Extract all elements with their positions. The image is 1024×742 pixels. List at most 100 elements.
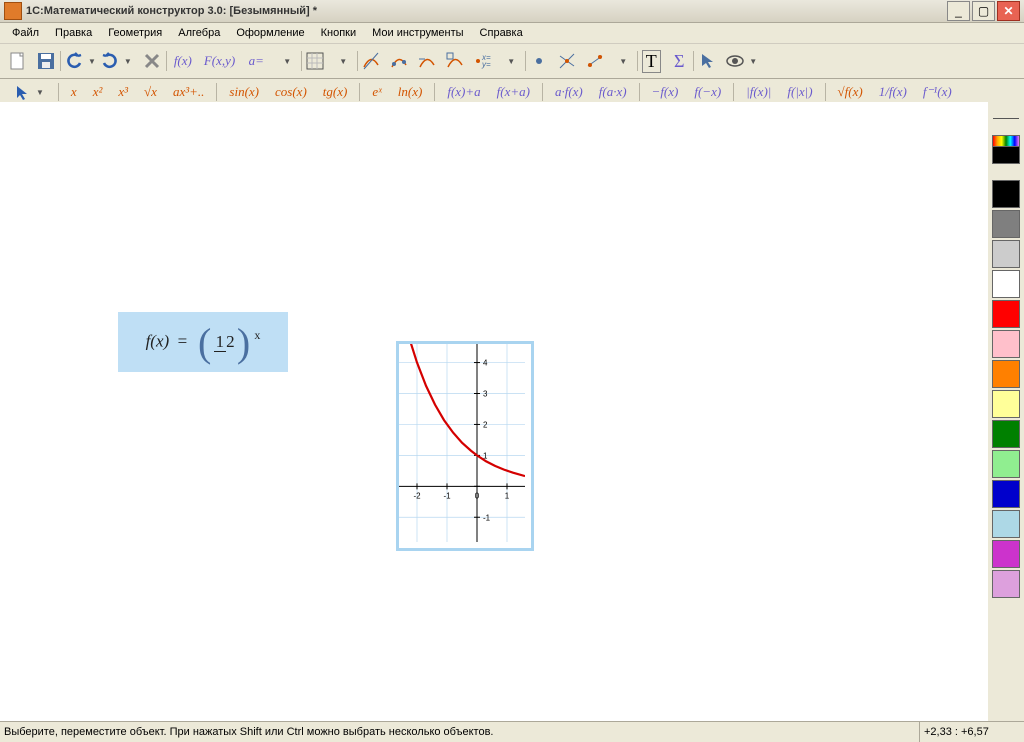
- formula-num: 1: [214, 332, 227, 352]
- palette-line-icon[interactable]: [993, 118, 1019, 119]
- delete-button[interactable]: [139, 48, 165, 74]
- fn-1overf[interactable]: 1/f(x): [871, 84, 915, 100]
- undo-dropdown-icon[interactable]: ▼: [88, 57, 96, 66]
- fn-finv[interactable]: f⁻¹(x): [915, 84, 960, 100]
- svg-text:3: 3: [483, 390, 488, 399]
- fn-fabs[interactable]: f(|x|): [779, 84, 820, 100]
- fn-fneg[interactable]: f(−x): [686, 84, 729, 100]
- svg-text:4: 4: [483, 359, 488, 368]
- close-button[interactable]: ✕: [997, 1, 1020, 21]
- eye-button[interactable]: [722, 48, 748, 74]
- app-icon: [4, 2, 22, 20]
- color-palette: [988, 102, 1024, 722]
- formula-eq: =: [178, 331, 188, 350]
- status-bar: Выберите, переместите объект. При нажаты…: [0, 721, 1024, 742]
- swatch-1[interactable]: [992, 210, 1020, 238]
- menu-help[interactable]: Справка: [472, 25, 531, 41]
- minimize-button[interactable]: _: [947, 1, 970, 21]
- fn-x3[interactable]: x³: [110, 84, 136, 100]
- point-dropdown-icon[interactable]: ▼: [610, 48, 636, 74]
- swatch-11[interactable]: [992, 510, 1020, 538]
- curve4-button[interactable]: [442, 48, 468, 74]
- title-bar: 1С:Математический конструктор 3.0: [Безы…: [0, 0, 1024, 23]
- curve2-button[interactable]: [386, 48, 412, 74]
- menu-geometry[interactable]: Геометрия: [100, 25, 170, 41]
- fn-afx[interactable]: a·f(x): [547, 84, 591, 100]
- swatch-7[interactable]: [992, 390, 1020, 418]
- maximize-button[interactable]: ▢: [972, 1, 995, 21]
- swatch-5[interactable]: [992, 330, 1020, 358]
- swatch-8[interactable]: [992, 420, 1020, 448]
- menu-edit[interactable]: Правка: [47, 25, 100, 41]
- curve3-button[interactable]: [414, 48, 440, 74]
- swatch-current[interactable]: [992, 146, 1020, 164]
- formula-exp: x: [254, 328, 260, 342]
- swatch-9[interactable]: [992, 450, 1020, 478]
- menu-mytools[interactable]: Мои инструменты: [364, 25, 471, 41]
- curve5-button[interactable]: x=y=: [470, 48, 496, 74]
- fx-button[interactable]: f(x): [167, 48, 199, 74]
- fn-ln[interactable]: ln(x): [390, 84, 431, 100]
- fn-exp[interactable]: eˣ: [364, 84, 389, 100]
- undo-button[interactable]: [61, 48, 87, 74]
- grid-dropdown-icon[interactable]: ▼: [330, 48, 356, 74]
- swatch-12[interactable]: [992, 540, 1020, 568]
- fn-x[interactable]: x: [63, 84, 85, 100]
- fn-sqrt[interactable]: √x: [136, 84, 165, 100]
- redo-dropdown-icon[interactable]: ▼: [124, 57, 132, 66]
- menu-algebra[interactable]: Алгебра: [170, 25, 228, 41]
- a-eq-button[interactable]: a=: [240, 48, 272, 74]
- text-button[interactable]: T: [638, 48, 664, 74]
- fn-tan[interactable]: tg(x): [315, 84, 356, 100]
- fn-cos[interactable]: cos(x): [267, 84, 315, 100]
- swatch-3[interactable]: [992, 270, 1020, 298]
- swatch-spectrum-top[interactable]: [992, 135, 1020, 146]
- new-button[interactable]: [5, 48, 31, 74]
- swatch-4[interactable]: [992, 300, 1020, 328]
- grid-button[interactable]: [302, 48, 328, 74]
- swatch-10[interactable]: [992, 480, 1020, 508]
- formula-object[interactable]: f(x) = ( 12 ) x: [118, 312, 288, 372]
- eye-dropdown-icon[interactable]: ▼: [749, 57, 757, 66]
- swatch-2[interactable]: [992, 240, 1020, 268]
- chart-object[interactable]: -2-101-11234: [396, 341, 534, 551]
- Fxy-button[interactable]: F(x,y): [201, 48, 238, 74]
- menu-buttons[interactable]: Кнопки: [313, 25, 365, 41]
- menu-bar: Файл Правка Геометрия Алгебра Оформление…: [0, 23, 1024, 44]
- intersect-button[interactable]: [554, 48, 580, 74]
- chart-plot: -2-101-11234: [399, 344, 525, 542]
- swatch-13[interactable]: [992, 570, 1020, 598]
- fn-fxa[interactable]: f(x)+a: [439, 84, 488, 100]
- point-button[interactable]: [526, 48, 552, 74]
- curve1-button[interactable]: [358, 48, 384, 74]
- svg-text:1: 1: [505, 491, 510, 500]
- fn-fax[interactable]: f(a·x): [591, 84, 635, 100]
- save-button[interactable]: [33, 48, 59, 74]
- swatch-0[interactable]: [992, 180, 1020, 208]
- canvas-workspace[interactable]: f(x) = ( 12 ) x -2-101-11234: [0, 102, 988, 722]
- svg-text:-1: -1: [443, 491, 451, 500]
- fn-x2[interactable]: x²: [85, 84, 111, 100]
- fn-poly[interactable]: ax³+..: [165, 84, 212, 100]
- cursor-dropdown-icon[interactable]: ▼: [36, 88, 44, 97]
- fn-sqrtf[interactable]: √f(x): [830, 84, 871, 100]
- fx-dropdown-icon[interactable]: ▼: [274, 48, 300, 74]
- select-arrow-button[interactable]: [694, 48, 720, 74]
- fn-absf[interactable]: |f(x)|: [738, 84, 779, 100]
- curve-dropdown-icon[interactable]: ▼: [498, 48, 524, 74]
- fn-fxpa[interactable]: f(x+a): [489, 84, 538, 100]
- fn-sin[interactable]: sin(x): [221, 84, 267, 100]
- formula-lhs: f(x): [146, 331, 170, 350]
- menu-file[interactable]: Файл: [4, 25, 47, 41]
- main-toolbar: ▼ ▼ f(x) F(x,y) a= ▼ ▼ x=y= ▼ ▼ T Σ ▼: [0, 44, 1024, 79]
- svg-text:2: 2: [483, 420, 488, 429]
- swatch-6[interactable]: [992, 360, 1020, 388]
- line-points-button[interactable]: [582, 48, 608, 74]
- redo-button[interactable]: [97, 48, 123, 74]
- sigma-button[interactable]: Σ: [666, 48, 692, 74]
- svg-text:-2: -2: [413, 491, 421, 500]
- fn-negf[interactable]: −f(x): [644, 84, 687, 100]
- menu-format[interactable]: Оформление: [228, 25, 312, 41]
- status-hint: Выберите, переместите объект. При нажаты…: [0, 722, 920, 742]
- status-coords: +2,33 : +6,57: [920, 726, 1024, 738]
